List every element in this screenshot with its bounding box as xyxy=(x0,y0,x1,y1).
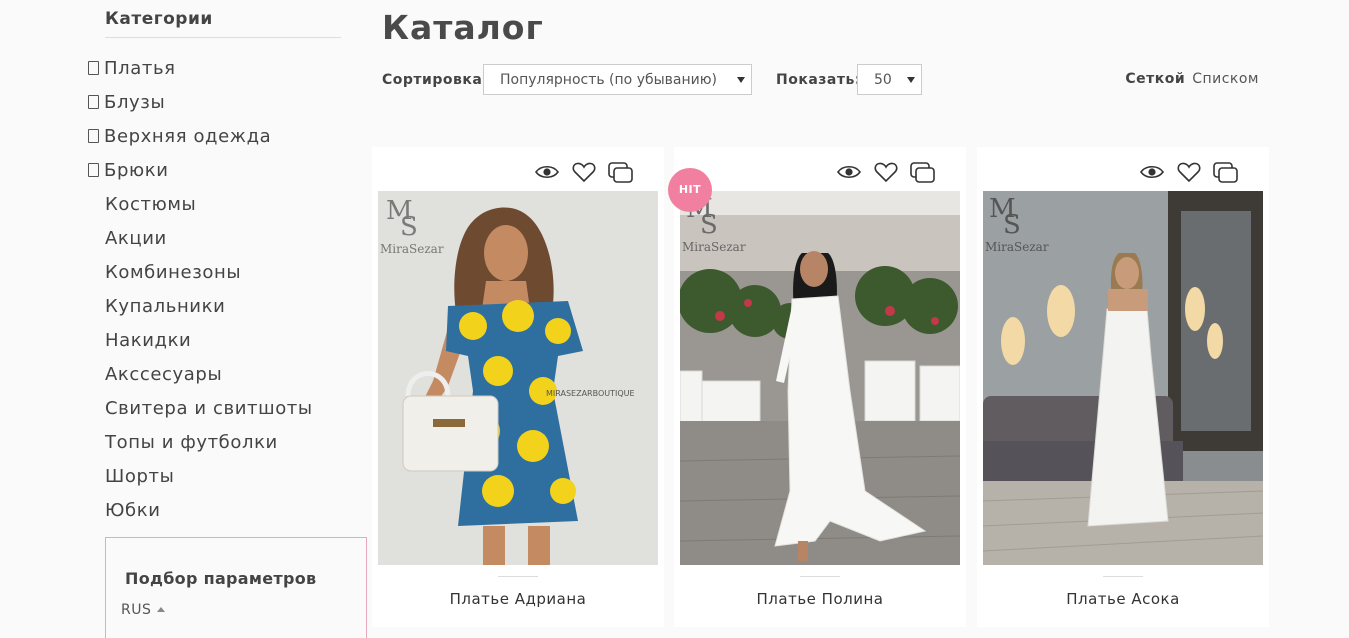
category-item-trousers[interactable]: Брюки xyxy=(88,157,313,191)
page-title: Каталог xyxy=(382,8,544,47)
category-item-jumpsuits[interactable]: Комбинезоны xyxy=(88,259,313,293)
heart-icon[interactable] xyxy=(571,160,597,188)
product-name[interactable]: Платье Полина xyxy=(674,590,966,608)
product-image[interactable]: M S MiraSezar MIRASEZARBOUTIQUE xyxy=(378,191,658,565)
brand-watermark: MiraSezar xyxy=(985,240,1049,254)
category-label: Блузы xyxy=(104,92,166,113)
category-item-shorts[interactable]: Шорты xyxy=(88,463,313,497)
view-switch: Сеткой Списком xyxy=(1125,71,1259,87)
eye-icon[interactable] xyxy=(534,160,560,188)
page-size-select[interactable]: 50 xyxy=(857,64,922,95)
category-item-capes[interactable]: Накидки xyxy=(88,327,313,361)
card-actions xyxy=(1133,160,1239,186)
sort-label: Сортировка: xyxy=(382,72,489,88)
card-actions xyxy=(528,160,634,186)
category-label: Купальники xyxy=(105,296,226,317)
category-label: Комбинезоны xyxy=(105,262,242,283)
divider xyxy=(498,576,538,577)
checkbox-icon[interactable] xyxy=(88,61,99,75)
product-image[interactable]: M S MiraSezar xyxy=(983,191,1263,565)
category-label: Акссесуары xyxy=(105,364,223,385)
checkbox-icon[interactable] xyxy=(88,163,99,177)
category-label: Топы и футболки xyxy=(105,432,278,453)
category-item-sweaters[interactable]: Свитера и свитшоты xyxy=(88,395,313,429)
brand-watermark: MiraSezar xyxy=(380,242,444,256)
compare-icon[interactable] xyxy=(910,160,936,188)
category-item-blouses[interactable]: Блузы xyxy=(88,89,313,123)
product-card[interactable]: M S MiraSezar MIRASEZARBOUTIQUE Платье А… xyxy=(372,147,664,627)
chevron-down-icon xyxy=(737,77,745,83)
checkbox-icon[interactable] xyxy=(88,129,99,143)
svg-text:S: S xyxy=(700,210,718,240)
category-label: Шорты xyxy=(105,466,175,487)
product-name[interactable]: Платье Асока xyxy=(977,590,1269,608)
compare-icon[interactable] xyxy=(608,160,634,188)
product-card[interactable]: M S MiraSezar Платье Асока xyxy=(977,147,1269,627)
hit-badge: HIT xyxy=(668,168,712,212)
eye-icon[interactable] xyxy=(836,160,862,188)
category-label: Акции xyxy=(105,228,167,249)
category-label: Свитера и свитшоты xyxy=(105,398,313,419)
category-item-swimwear[interactable]: Купальники xyxy=(88,293,313,327)
filter-title: Подбор параметров xyxy=(125,569,317,588)
category-list: Платья Блузы Верхняя одежда Брюки Костюм… xyxy=(88,55,313,531)
category-item-tops[interactable]: Топы и футболки xyxy=(88,429,313,463)
view-list-button[interactable]: Списком xyxy=(1192,71,1259,87)
language-switcher[interactable]: RUS xyxy=(121,602,166,618)
image-caption: MIRASEZARBOUTIQUE xyxy=(546,389,635,398)
heart-icon[interactable] xyxy=(1176,160,1202,188)
category-item-dresses[interactable]: Платья xyxy=(88,55,313,89)
category-item-suits[interactable]: Костюмы xyxy=(88,191,313,225)
caret-up-icon xyxy=(157,607,166,612)
category-item-sales[interactable]: Акции xyxy=(88,225,313,259)
categories-title: Категории xyxy=(105,9,341,38)
divider xyxy=(1103,576,1143,577)
product-image[interactable]: M S MiraSezar xyxy=(680,191,960,565)
category-label: Костюмы xyxy=(105,194,197,215)
category-label: Накидки xyxy=(105,330,192,351)
language-label: RUS xyxy=(121,602,152,618)
divider xyxy=(800,576,840,577)
category-item-accessories[interactable]: Акссесуары xyxy=(88,361,313,395)
filter-panel: Подбор параметров RUS xyxy=(105,537,367,638)
product-card[interactable]: M S MiraSezar Платье Полина xyxy=(674,147,966,627)
checkbox-icon[interactable] xyxy=(88,95,99,109)
category-label: Брюки xyxy=(104,160,169,181)
page-size-value: 50 xyxy=(874,72,892,88)
category-label: Платья xyxy=(104,58,176,79)
category-label: Верхняя одежда xyxy=(104,126,272,147)
category-item-outerwear[interactable]: Верхняя одежда xyxy=(88,123,313,157)
brand-watermark: MiraSezar xyxy=(682,240,746,254)
view-grid-button[interactable]: Сеткой xyxy=(1125,71,1185,87)
sort-select[interactable]: Популярность (по убыванию) xyxy=(483,64,752,95)
compare-icon[interactable] xyxy=(1213,160,1239,188)
sort-value: Популярность (по убыванию) xyxy=(500,72,717,88)
chevron-down-icon xyxy=(907,77,915,83)
card-actions xyxy=(830,160,936,186)
svg-text:S: S xyxy=(400,212,418,242)
product-name[interactable]: Платье Адриана xyxy=(372,590,664,608)
category-item-skirts[interactable]: Юбки xyxy=(88,497,313,531)
show-label: Показать: xyxy=(776,72,861,88)
eye-icon[interactable] xyxy=(1139,160,1165,188)
category-label: Юбки xyxy=(105,500,161,521)
heart-icon[interactable] xyxy=(873,160,899,188)
svg-text:S: S xyxy=(1003,210,1021,240)
